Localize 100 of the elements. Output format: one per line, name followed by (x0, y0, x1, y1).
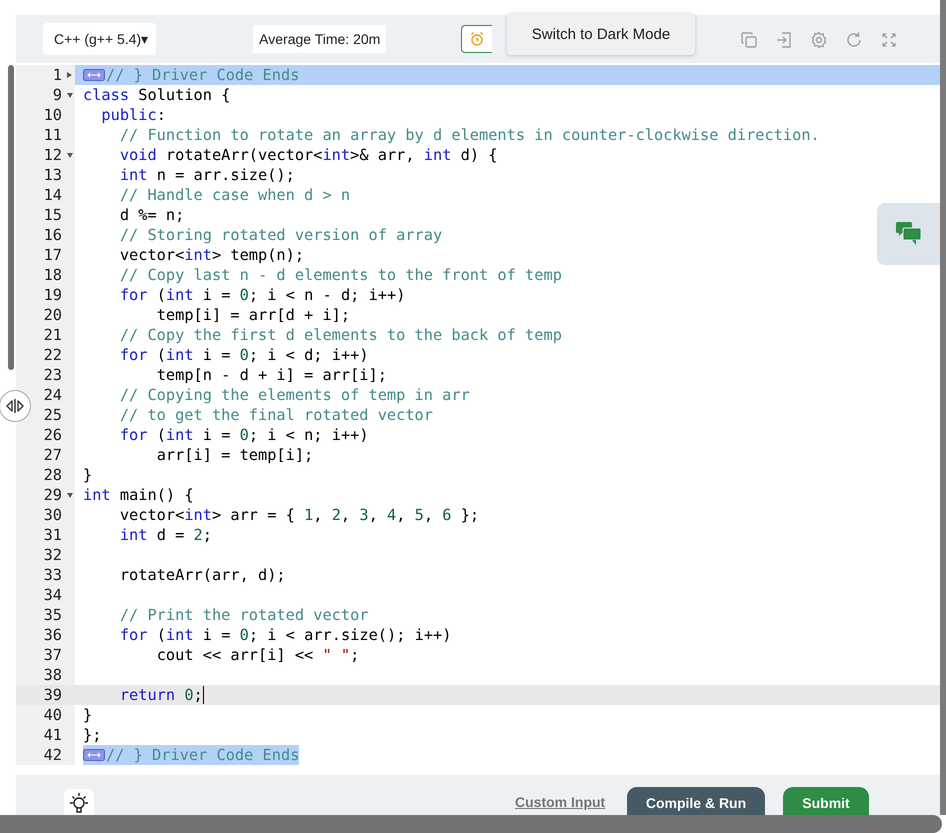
code-token: ( (156, 345, 166, 365)
code-token: vector< (120, 505, 184, 525)
code-token: d = (156, 525, 186, 545)
timer-button[interactable] (461, 25, 492, 53)
code-token: ( (156, 625, 166, 645)
code-token: , (313, 505, 324, 525)
custom-input-link[interactable]: Custom Input (515, 794, 606, 810)
line-number: 22 (44, 345, 62, 365)
folded-code-icon[interactable] (83, 749, 105, 761)
code-token: int (166, 425, 194, 445)
code-token: i = (202, 625, 232, 645)
line-number: 16 (44, 225, 62, 245)
code-token: for (120, 625, 148, 645)
code-token: 4 (386, 505, 396, 525)
line-number: 12 (44, 145, 62, 165)
line-number: 24 (44, 385, 62, 405)
code-token: } (83, 465, 92, 485)
code-token: ; i < arr.size(); i++) (248, 625, 452, 645)
code-token: 0 (184, 685, 194, 705)
code-token: 3 (359, 505, 369, 525)
code-token: for (120, 285, 148, 305)
line-number: 33 (44, 565, 62, 585)
code-token: Solution { (138, 85, 230, 105)
code-comment: // } Driver Code Ends (106, 745, 300, 765)
code-token: 6 (442, 505, 452, 525)
scrollbar[interactable] (940, 0, 946, 815)
line-number: 29 (44, 485, 62, 505)
fold-arrow-icon[interactable] (67, 93, 73, 98)
code-token: > temp(n); (212, 245, 304, 265)
line-number: 27 (44, 445, 62, 465)
line-number: 35 (44, 605, 62, 625)
line-number: 1 (52, 65, 62, 85)
code-token: }; (460, 505, 480, 525)
line-number: 34 (44, 585, 62, 605)
line-number: 32 (44, 545, 62, 565)
submit-button[interactable]: Submit (783, 787, 869, 815)
code-token: int (166, 625, 194, 645)
code-token: ; i < n - d; i++) (248, 285, 406, 305)
code-comment: // Storing rotated version of array (120, 225, 442, 245)
line-number: 31 (44, 525, 62, 545)
code-comment: // Copy last n - d elements to the front of temp (120, 265, 562, 285)
code-token: >& arr, (350, 145, 416, 165)
line-number: 20 (44, 305, 62, 325)
language-dropdown[interactable]: C++ (g++ 5.4)▾ (43, 23, 156, 55)
code-token: rotateArr(arr, d); (120, 565, 286, 585)
code-token: 1 (304, 505, 314, 525)
chat-button[interactable] (877, 203, 940, 265)
code-token: , (340, 505, 352, 525)
code-token: main() { (120, 485, 194, 505)
text-cursor (202, 686, 204, 704)
code-token: ; (202, 525, 212, 545)
fold-arrow-icon[interactable] (67, 493, 73, 498)
code-comment: // } Driver Code Ends (106, 65, 300, 85)
code-token: 2 (332, 505, 341, 525)
code-token: rotateArr(vector< (166, 145, 322, 165)
code-token: > arr = { (212, 505, 296, 525)
dark-mode-tooltip: Switch to Dark Mode (507, 13, 695, 55)
code-token: : (156, 105, 166, 125)
line-number: 28 (44, 465, 62, 485)
code-token: int (166, 285, 194, 305)
code-token: ( (156, 425, 166, 445)
scrollbar[interactable] (8, 65, 14, 370)
line-number: 25 (44, 405, 62, 425)
code-token: return (120, 685, 176, 705)
line-number: 11 (44, 125, 62, 145)
code-token: } (83, 705, 92, 725)
code-token: 0 (240, 425, 249, 445)
code-token: n = arr.size(); (156, 165, 295, 185)
code-comment: // Handle case when d > n (120, 185, 350, 205)
line-number: 26 (44, 425, 62, 445)
split-handle[interactable] (0, 390, 31, 422)
code-token: int (184, 505, 212, 525)
scrollbar[interactable] (0, 815, 942, 833)
average-time-label: Average Time: 20m (253, 25, 386, 53)
code-token: i = (202, 285, 232, 305)
line-number: 17 (44, 245, 62, 265)
code-token: , (396, 505, 406, 525)
code-token: ; (194, 685, 203, 705)
line-number: 42 (44, 745, 62, 765)
code-token: " " (322, 645, 350, 665)
alarm-clock-icon (469, 31, 486, 47)
code-token: temp[i] = arr[d + i]; (156, 305, 350, 325)
code-comment: // Print the rotated vector (120, 605, 369, 625)
fold-arrow-icon[interactable] (67, 153, 73, 158)
line-number: 14 (44, 185, 62, 205)
line-number: 40 (44, 705, 62, 725)
code-token: for (120, 425, 148, 445)
code-token: }; (83, 725, 102, 745)
compile-run-button[interactable]: Compile & Run (627, 787, 765, 815)
code-token: 5 (414, 505, 424, 525)
code-token: int (120, 525, 148, 545)
folded-code-icon[interactable] (83, 69, 105, 81)
code-token: i = (202, 425, 232, 445)
expand-icon (880, 31, 898, 49)
code-token: d %= n; (120, 205, 184, 225)
copy-icon (740, 31, 758, 49)
code-token: for (120, 345, 148, 365)
code-token: void (120, 145, 157, 165)
code-token: 2 (194, 525, 203, 545)
code-token: temp[n - d + i] = arr[i]; (156, 365, 387, 385)
